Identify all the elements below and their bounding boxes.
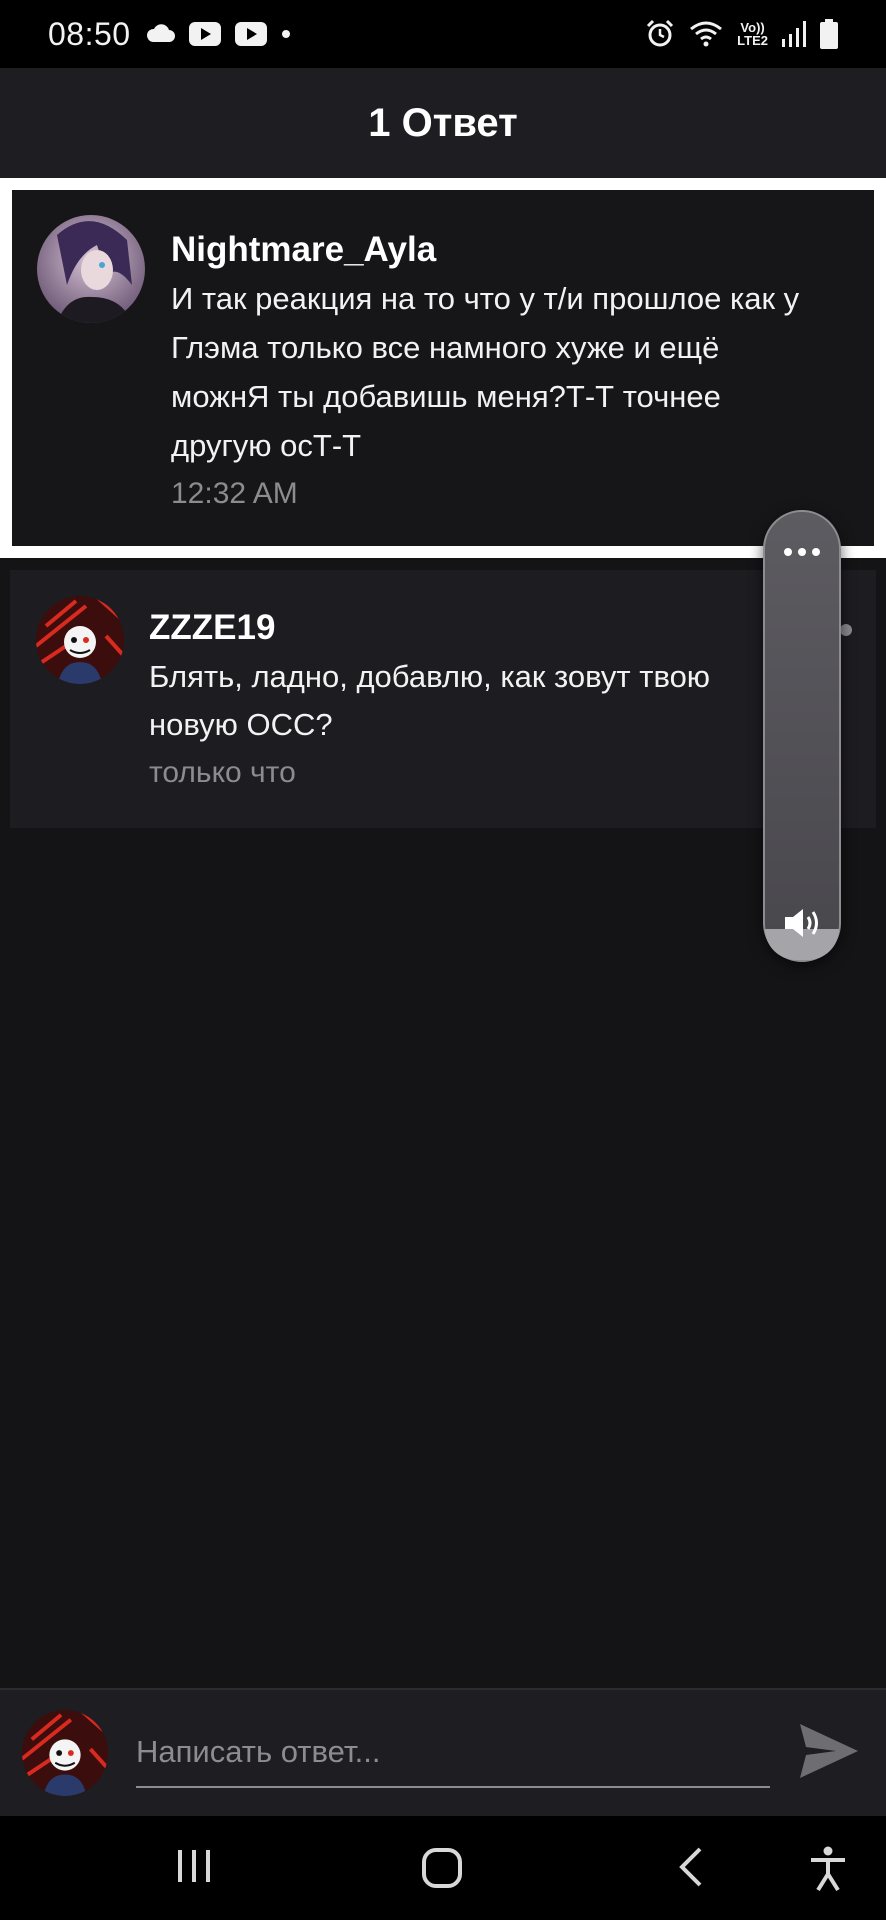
youtube-icon bbox=[188, 22, 221, 46]
status-right: Vo)) LTE2 bbox=[645, 19, 838, 49]
avatar[interactable] bbox=[37, 215, 145, 323]
signal-icon bbox=[782, 21, 806, 47]
comment-text-line: другую осТ-Т bbox=[171, 428, 362, 463]
avatar[interactable] bbox=[36, 596, 124, 684]
volume-panel[interactable] bbox=[763, 510, 841, 962]
navigation-bar bbox=[0, 1816, 886, 1920]
reply-input-placeholder: Написать ответ... bbox=[136, 1734, 381, 1769]
reply-comment[interactable]: ZZZE19 Блять, ладно, добавлю, как зовут … bbox=[10, 570, 876, 828]
status-bar: 08:50 Vo)) LTE2 bbox=[0, 0, 886, 68]
comment-author[interactable]: Nightmare_Ayla bbox=[171, 230, 436, 270]
parent-comment[interactable]: Nightmare_Ayla И так реакция на то что у… bbox=[12, 190, 874, 546]
reply-input[interactable]: Написать ответ... bbox=[136, 1718, 770, 1788]
alarm-icon bbox=[647, 19, 674, 47]
volte-icon: Vo)) LTE2 bbox=[737, 20, 768, 48]
comment-time: только что bbox=[149, 756, 296, 789]
comment-text-line: новую ОСС? bbox=[149, 707, 333, 742]
dot-icon bbox=[281, 30, 290, 38]
cloud-icon bbox=[146, 24, 175, 42]
status-time: 08:50 bbox=[48, 15, 131, 52]
send-icon[interactable] bbox=[798, 1722, 860, 1780]
comment-time: 12:32 AM bbox=[171, 477, 298, 510]
avatar bbox=[22, 1710, 108, 1796]
comment-author[interactable]: ZZZE19 bbox=[149, 608, 275, 648]
wifi-icon bbox=[690, 21, 723, 47]
comment-text-line: Блять, ладно, добавлю, как зовут твою bbox=[149, 659, 711, 694]
parent-comment-highlight: Nightmare_Ayla И так реакция на то что у… bbox=[0, 178, 886, 558]
status-left: 08:50 bbox=[48, 16, 291, 53]
back-icon[interactable] bbox=[676, 1846, 704, 1888]
battery-icon bbox=[820, 19, 838, 49]
accessibility-icon[interactable] bbox=[808, 1846, 848, 1892]
more-icon[interactable] bbox=[765, 542, 839, 562]
comment-text-line: И так реакция на то что у т/и прошлое ка… bbox=[171, 281, 800, 316]
home-icon[interactable] bbox=[420, 1846, 464, 1890]
page-title: 1 Ответ bbox=[368, 100, 518, 145]
recent-apps-icon[interactable] bbox=[176, 1846, 212, 1886]
header: 1 Ответ bbox=[0, 68, 886, 178]
more-options-dot[interactable] bbox=[840, 624, 852, 636]
youtube-icon bbox=[234, 22, 267, 46]
speaker-icon[interactable] bbox=[783, 906, 823, 940]
comment-text-line: Глэма только все намного хуже и ещё bbox=[171, 330, 720, 365]
comment-text-line: можнЯ ты добавишь меня?Т-Т точнее bbox=[171, 379, 721, 414]
reply-input-bar: Написать ответ... bbox=[0, 1688, 886, 1816]
